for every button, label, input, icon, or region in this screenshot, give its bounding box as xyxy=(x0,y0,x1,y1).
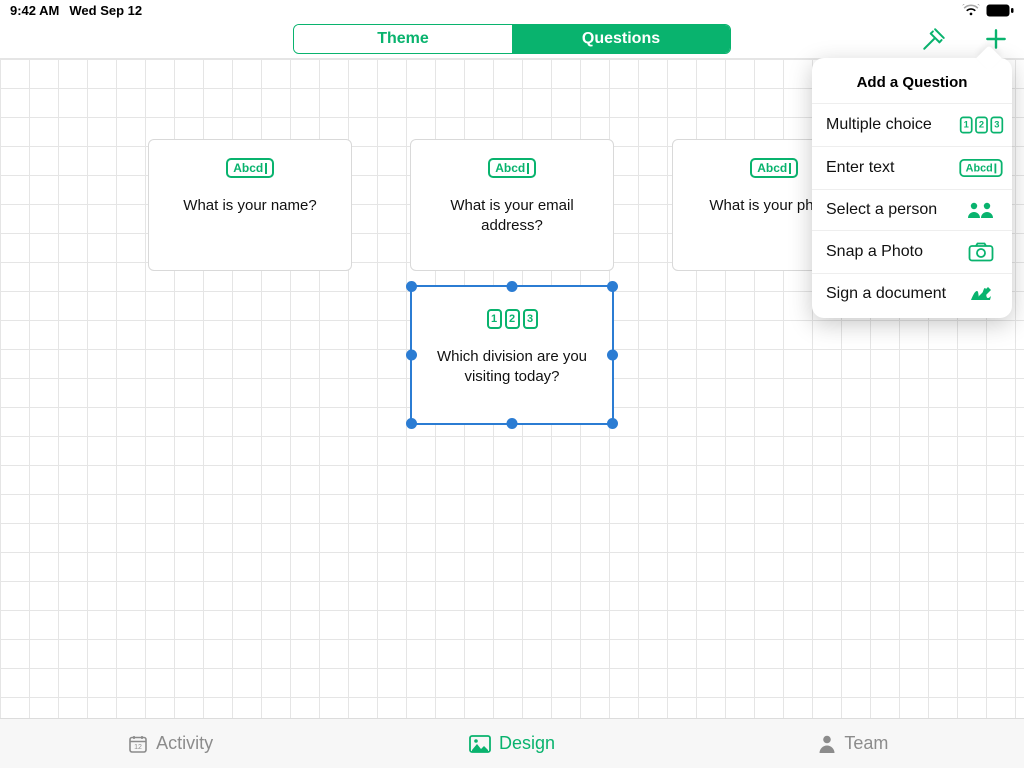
option-label: Select a person xyxy=(826,201,937,219)
tab-questions[interactable]: Questions xyxy=(512,25,730,53)
resize-handle[interactable] xyxy=(406,350,417,361)
option-snap-photo[interactable]: Snap a Photo xyxy=(812,230,1012,273)
text-type-badge: Abcd xyxy=(750,158,798,178)
resize-handle[interactable] xyxy=(607,418,618,429)
question-card[interactable]: Abcd What is your email address? xyxy=(410,139,614,271)
tab-label: Team xyxy=(844,733,888,754)
text-type-badge: Abcd xyxy=(226,158,274,178)
tab-theme[interactable]: Theme xyxy=(294,25,512,53)
text-type-badge: Abcd xyxy=(488,158,536,178)
question-text: What is your name? xyxy=(169,196,330,216)
camera-icon xyxy=(964,242,998,262)
status-time: 9:42 AM xyxy=(10,3,59,18)
svg-text:12: 12 xyxy=(134,744,142,751)
wifi-icon xyxy=(962,4,980,16)
choice-icon: 123 xyxy=(964,115,998,135)
battery-icon xyxy=(986,4,1014,17)
image-icon xyxy=(469,735,491,753)
status-date: Wed Sep 12 xyxy=(69,3,142,18)
resize-handle[interactable] xyxy=(406,418,417,429)
tab-design[interactable]: Design xyxy=(341,719,682,768)
option-multiple-choice[interactable]: Multiple choice 123 xyxy=(812,103,1012,146)
resize-handle[interactable] xyxy=(507,418,518,429)
signature-icon xyxy=(964,285,998,303)
question-text: Which division are you visiting today? xyxy=(412,347,612,388)
calendar-icon: 12 xyxy=(128,734,148,754)
add-question-popover: Add a Question Multiple choice 123 Enter… xyxy=(812,58,1012,318)
option-enter-text[interactable]: Enter text Abcd xyxy=(812,146,1012,189)
status-bar: 9:42 AM Wed Sep 12 xyxy=(0,0,1024,20)
option-label: Multiple choice xyxy=(826,116,932,134)
resize-handle[interactable] xyxy=(406,281,417,292)
resize-handle[interactable] xyxy=(507,281,518,292)
tab-label: Activity xyxy=(156,733,213,754)
question-card[interactable]: Abcd What is your name? xyxy=(148,139,352,271)
tab-label: Design xyxy=(499,733,555,754)
segmented-control: Theme Questions xyxy=(293,24,731,54)
option-label: Snap a Photo xyxy=(826,243,923,261)
option-label: Enter text xyxy=(826,159,894,177)
choice-type-badge: 123 xyxy=(487,309,538,329)
question-text: What is your email address? xyxy=(411,196,613,237)
popover-title: Add a Question xyxy=(812,68,1012,103)
question-card-selected[interactable]: 123 Which division are you visiting toda… xyxy=(410,285,614,425)
resize-handle[interactable] xyxy=(607,281,618,292)
gavel-icon[interactable] xyxy=(920,25,948,53)
option-label: Sign a document xyxy=(826,285,946,303)
option-select-person[interactable]: Select a person xyxy=(812,189,1012,230)
option-sign-document[interactable]: Sign a document xyxy=(812,273,1012,314)
top-toolbar: Theme Questions xyxy=(0,20,1024,58)
people-icon xyxy=(964,201,998,219)
tab-team[interactable]: Team xyxy=(683,719,1024,768)
resize-handle[interactable] xyxy=(607,350,618,361)
tab-activity[interactable]: 12 Activity xyxy=(0,719,341,768)
bottom-tabbar: 12 Activity Design Team xyxy=(0,718,1024,768)
text-icon: Abcd xyxy=(964,158,998,178)
person-icon xyxy=(818,734,836,754)
